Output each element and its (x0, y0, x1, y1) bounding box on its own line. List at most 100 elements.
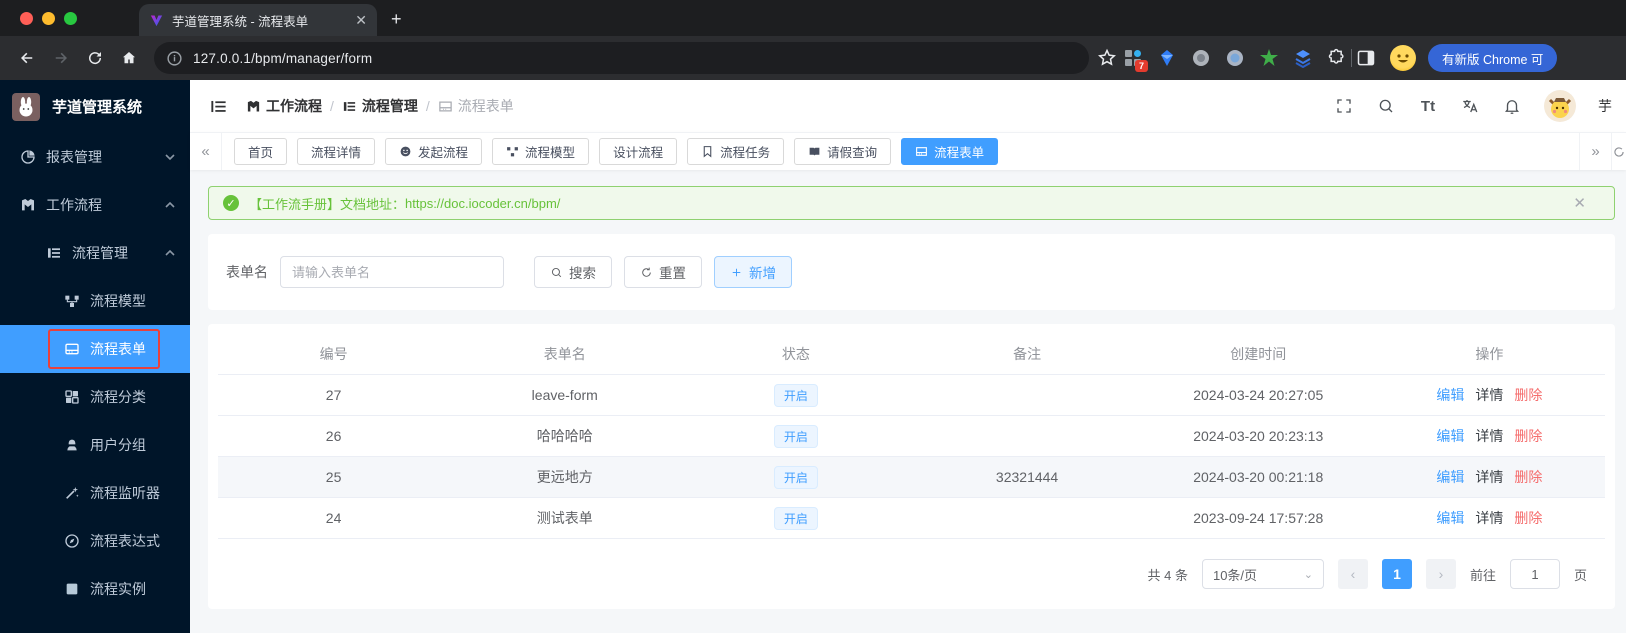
tags-scroll-left-icon[interactable]: « (190, 133, 222, 170)
tags-scroll-right-icon[interactable]: » (1580, 133, 1612, 170)
col-header-status: 状态 (781, 346, 810, 362)
search-icon[interactable] (1376, 96, 1396, 116)
font-size-icon[interactable]: Tt (1418, 96, 1438, 116)
cell-created: 2024-03-24 20:27:05 (1193, 387, 1324, 403)
edit-link[interactable]: 编辑 (1436, 426, 1464, 446)
cell-id: 26 (325, 428, 342, 444)
tag-label: 发起流程 (418, 146, 469, 160)
sidebar-item-process-category[interactable]: 流程分类 (0, 373, 190, 421)
back-icon[interactable] (12, 43, 42, 73)
edit-link[interactable]: 编辑 (1436, 508, 1464, 528)
page-number-button[interactable]: 1 (1381, 559, 1412, 589)
home-icon[interactable] (114, 43, 144, 73)
tag-design-process[interactable]: 设计流程 (599, 138, 678, 165)
delete-link[interactable]: 删除 (1514, 508, 1542, 528)
sidebar-item-user-group[interactable]: 用户分组 (0, 421, 190, 469)
sidebar-item-process-model[interactable]: 流程模型 (0, 277, 190, 325)
cell-remark: 32321444 (995, 469, 1059, 485)
next-page-button[interactable]: › (1425, 559, 1456, 589)
username-text[interactable]: 芋 (1598, 96, 1612, 116)
sidebar-item-process-instance[interactable]: 流程实例 (0, 565, 190, 613)
notification-bell-icon[interactable] (1502, 96, 1522, 116)
tag-process-model[interactable]: 流程模型 (492, 138, 590, 165)
tag-home[interactable]: 首页 (234, 138, 288, 165)
doc-alert: ✓ 【工作流手册】文档地址： https://doc.iocoder.cn/bp… (208, 186, 1615, 220)
form-icon (916, 147, 928, 156)
detail-link[interactable]: 详情 (1475, 508, 1503, 528)
fullscreen-icon[interactable] (1334, 96, 1354, 116)
table-row: 26 哈哈哈哈 开启 2024-03-20 20:23:13 编辑 详情 删除 (218, 416, 1605, 457)
table-row: 27 leave-form 开启 2024-03-24 20:27:05 编辑 … (218, 375, 1605, 416)
tag-process-task[interactable]: 流程任务 (687, 138, 785, 165)
detail-link[interactable]: 详情 (1475, 385, 1503, 405)
sidebar-item-label: 流程管理 (72, 245, 128, 261)
address-bar[interactable]: 127.0.0.1/bpm/manager/form (154, 42, 1089, 74)
search-button[interactable]: 搜索 (534, 256, 612, 288)
extensions-puzzle-icon[interactable] (1327, 48, 1347, 68)
tag-label: 流程详情 (311, 146, 362, 160)
category-icon (65, 390, 79, 404)
detail-link[interactable]: 详情 (1475, 426, 1503, 446)
form-name-input[interactable] (280, 256, 504, 288)
goto-page-input[interactable] (1509, 559, 1560, 589)
chrome-update-chip[interactable]: 有新版 Chrome 可 (1428, 44, 1558, 72)
font-size-label: Tt (1420, 97, 1436, 115)
reload-icon[interactable] (80, 43, 110, 73)
toolbar-divider (1351, 49, 1352, 67)
browser-toolbar: 127.0.0.1/bpm/manager/form 7 有新版 Chrome … (0, 36, 1626, 80)
delete-link[interactable]: 删除 (1514, 426, 1542, 446)
extension-blue-circle-icon[interactable] (1225, 48, 1245, 68)
forward-icon[interactable] (46, 43, 76, 73)
sidebar-item-process-mgmt[interactable]: 流程管理 (0, 229, 190, 277)
sidebar-item-process-listener[interactable]: 流程监听器 (0, 469, 190, 517)
extension-green-star-icon[interactable] (1259, 48, 1279, 68)
window-controls[interactable] (0, 0, 91, 36)
extension-gray-circle-icon[interactable] (1191, 48, 1211, 68)
side-panel-icon[interactable] (1356, 48, 1376, 68)
profile-avatar[interactable] (1390, 45, 1416, 71)
header-actions: Tt 芋 (1334, 90, 1612, 122)
browser-tab[interactable]: 芋道管理系统 - 流程表单 ✕ (139, 4, 377, 36)
alert-doc-link[interactable]: https://doc.iocoder.cn/bpm/ (405, 196, 560, 211)
translate-icon[interactable] (1460, 96, 1480, 116)
site-info-icon[interactable] (166, 50, 183, 67)
sidebar-item-report[interactable]: 报表管理 (0, 133, 190, 181)
status-badge: 开启 (773, 424, 818, 448)
sidebar-item-process-expression[interactable]: 流程表达式 (0, 517, 190, 565)
delete-link[interactable]: 删除 (1514, 385, 1542, 405)
breadcrumb-item-process-mgmt[interactable]: 流程管理 (342, 96, 418, 116)
tag-process-form[interactable]: 流程表单 (901, 138, 999, 165)
alert-close-icon[interactable]: ✕ (1573, 194, 1600, 212)
zoom-window-button[interactable] (64, 11, 77, 25)
user-avatar[interactable] (1544, 90, 1576, 122)
app-logo-row[interactable]: 芋道管理系统 (0, 80, 190, 133)
sidebar-collapse-icon[interactable] (204, 92, 232, 120)
url-text[interactable]: 127.0.0.1/bpm/manager/form (193, 51, 372, 66)
prev-page-button[interactable]: ‹ (1337, 559, 1368, 589)
page-size-select[interactable]: 10条/页 ⌄ (1201, 559, 1324, 589)
add-button[interactable]: 新增 (714, 256, 792, 288)
minimize-window-button[interactable] (42, 11, 55, 25)
detail-link[interactable]: 详情 (1475, 467, 1503, 487)
sidebar-item-label: 流程表达式 (90, 533, 160, 549)
extension-diamond-icon[interactable] (1157, 48, 1177, 68)
breadcrumb-item-workflow[interactable]: 工作流程 (246, 96, 322, 116)
edit-link[interactable]: 编辑 (1436, 467, 1464, 487)
delete-link[interactable]: 删除 (1514, 467, 1542, 487)
new-tab-button[interactable]: + (391, 9, 402, 30)
cell-name: leave-form (531, 387, 598, 403)
close-window-button[interactable] (20, 11, 33, 25)
tag-process-detail[interactable]: 流程详情 (297, 138, 376, 165)
bookmark-star-icon[interactable] (1097, 48, 1117, 68)
sidebar-item-process-form[interactable]: 流程表单 (0, 325, 190, 373)
tags-refresh-icon[interactable] (1612, 133, 1626, 170)
search-form-card: 表单名 搜索 重置 新增 (208, 234, 1615, 310)
sidebar-item-workflow[interactable]: 工作流程 (0, 181, 190, 229)
tab-close-icon[interactable]: ✕ (355, 12, 367, 29)
tag-leave-query[interactable]: 请假查询 (794, 138, 892, 165)
edit-link[interactable]: 编辑 (1436, 385, 1464, 405)
extension-grid-icon[interactable]: 7 (1123, 48, 1148, 72)
reset-button[interactable]: 重置 (624, 256, 702, 288)
extension-layers-icon[interactable] (1293, 48, 1313, 68)
tag-start-process[interactable]: 发起流程 (385, 138, 483, 165)
